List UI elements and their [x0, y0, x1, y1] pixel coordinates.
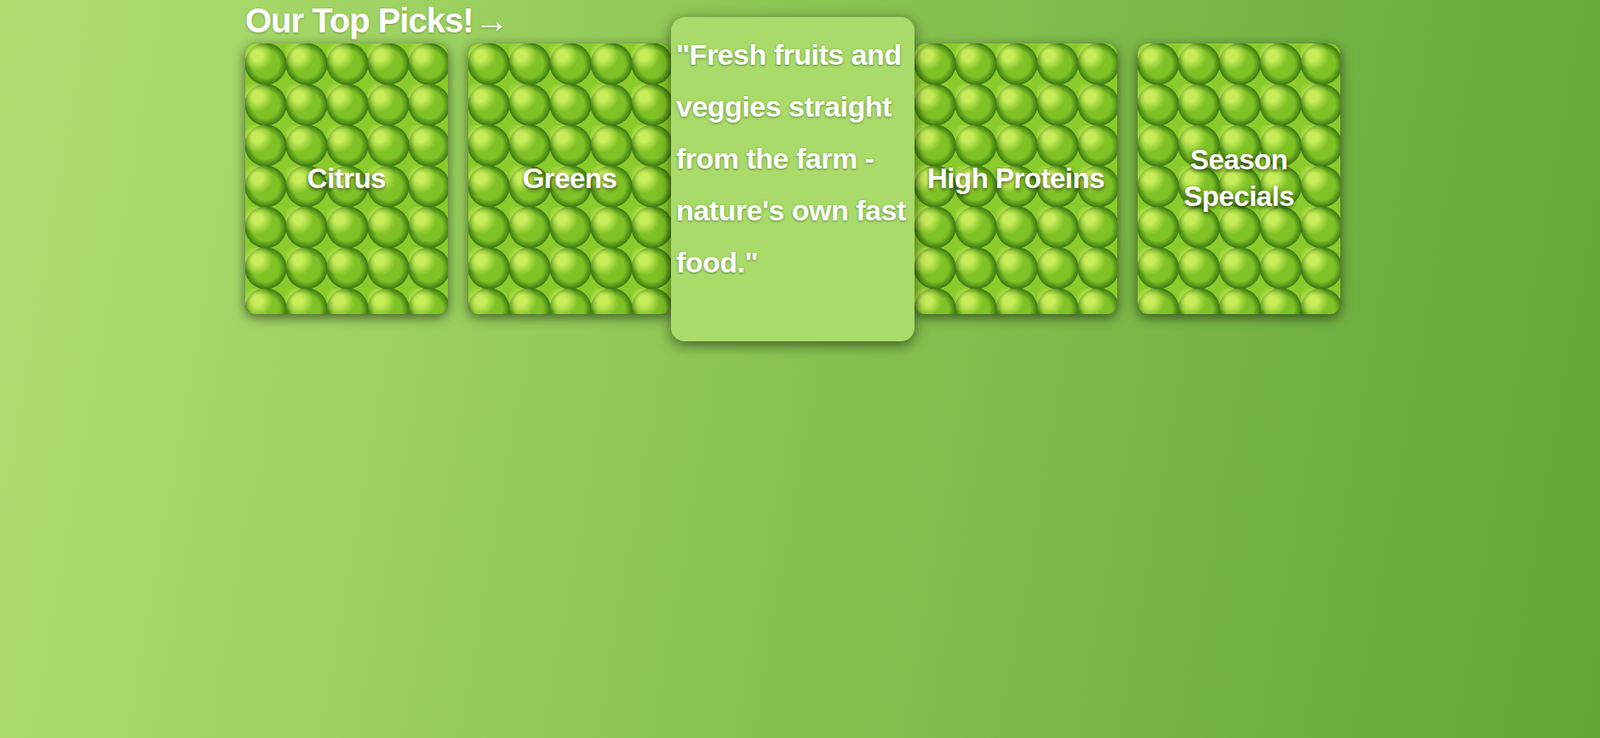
section-heading: Our Top Picks!→ [245, 0, 1600, 41]
arrow-icon[interactable]: → [475, 1, 509, 40]
card-photo [1137, 43, 1341, 315]
category-card[interactable]: Season Specials [1137, 43, 1341, 315]
quote-text: "Fresh fruits and veggies straight from … [676, 28, 910, 289]
category-label: Citrus [303, 160, 390, 198]
category-label: Season Specials [1137, 142, 1341, 216]
category-label: High Proteins [923, 160, 1108, 198]
page: Our Top Picks!→ Citrus Greens "Fresh fruits… [0, 0, 1600, 738]
category-card[interactable]: High Proteins [914, 43, 1118, 315]
category-label: Greens [519, 160, 621, 198]
category-card[interactable]: Greens [468, 43, 671, 315]
heading-title: Our Top Picks! [245, 1, 474, 40]
top-picks-section: Our Top Picks!→ Citrus Greens "Fresh fruits… [245, 0, 1600, 342]
card-row: CitrusGreens"Fresh fruits and veggies st… [245, 43, 1600, 342]
quote-card: "Fresh fruits and veggies straight from … [670, 17, 915, 342]
category-card[interactable]: Citrus [245, 43, 448, 315]
